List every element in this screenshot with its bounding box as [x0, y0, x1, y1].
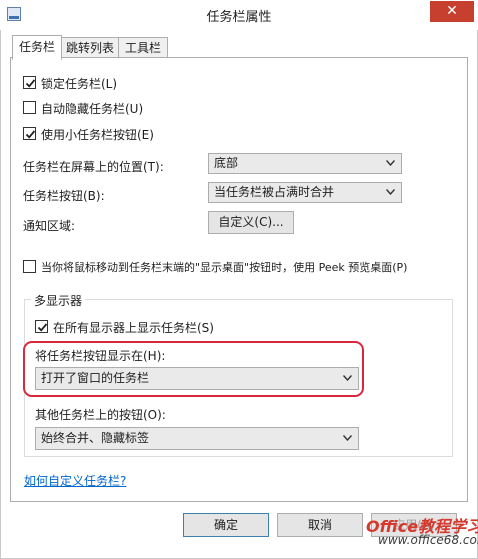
multi-display-group-title: 多显示器 [31, 292, 86, 309]
position-dropdown[interactable]: 底部 [208, 153, 402, 174]
peek-label: 当你将鼠标移动到任务栏末端的"显示桌面"按钮时，使用 Peek 预览桌面(P) [41, 261, 408, 274]
other-buttons-dropdown[interactable]: 始终合并、隐藏标签 [35, 427, 359, 450]
peek-checkbox[interactable] [23, 260, 36, 273]
show-all-displays-label: 在所有显示器上显示任务栏(S) [53, 321, 214, 335]
help-link[interactable]: 如何自定义任务栏? [24, 472, 126, 489]
window-title: 任务栏属性 [206, 10, 272, 25]
red-highlight-annotation [23, 341, 364, 397]
chevron-down-icon [343, 435, 352, 441]
taskbar-buttons-value: 当任务栏被占满时合并 [214, 185, 335, 199]
auto-hide-label: 自动隐藏任务栏(U) [41, 102, 144, 116]
title-bar[interactable]: 任务栏属性 ✕ [0, 0, 478, 30]
close-button[interactable]: ✕ [430, 1, 474, 22]
position-value: 底部 [214, 156, 239, 170]
other-buttons-label: 其他任务栏上的按钮(O): [35, 408, 166, 422]
notification-area-label: 通知区域: [23, 219, 76, 233]
tab-taskbar[interactable]: 任务栏 [12, 35, 62, 60]
customize-notification-button[interactable]: 自定义(C)... [208, 211, 294, 234]
auto-hide-checkbox[interactable] [23, 101, 36, 114]
lock-taskbar-checkbox[interactable] [23, 76, 36, 89]
tab-toolbars[interactable]: 工具栏 [118, 37, 168, 59]
tab-jump-lists[interactable]: 跳转列表 [61, 37, 119, 59]
taskbar-buttons-label: 任务栏按钮(B): [23, 189, 105, 203]
lock-taskbar-label: 锁定任务栏(L) [41, 77, 118, 91]
watermark-url: www.office68.com [378, 533, 478, 547]
chevron-down-icon [386, 160, 395, 166]
small-buttons-label: 使用小任务栏按钮(E) [41, 128, 154, 142]
chevron-down-icon [386, 189, 395, 195]
cancel-button[interactable]: 取消 [277, 513, 363, 537]
ok-button[interactable]: 确定 [183, 513, 269, 537]
taskbar-buttons-dropdown[interactable]: 当任务栏被占满时合并 [208, 182, 402, 203]
position-label: 任务栏在屏幕上的位置(T): [23, 160, 164, 174]
show-all-displays-checkbox[interactable] [35, 320, 48, 333]
other-buttons-value: 始终合并、隐藏标签 [41, 431, 150, 445]
small-buttons-checkbox[interactable] [23, 127, 36, 140]
